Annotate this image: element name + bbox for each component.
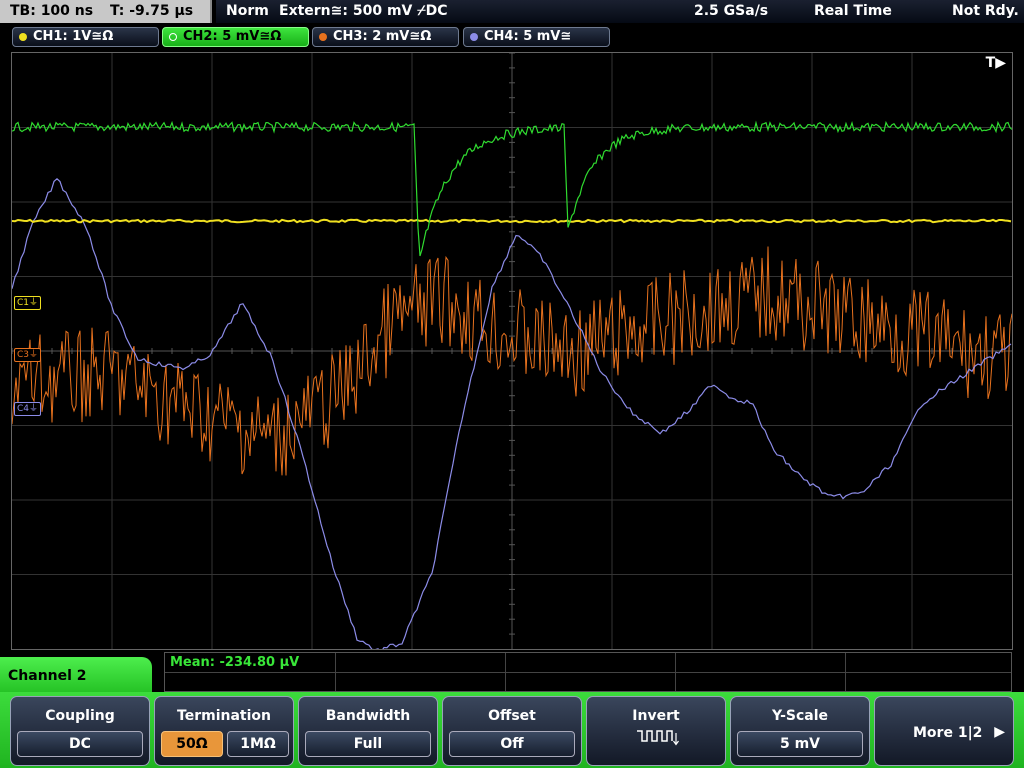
right-arrow-icon: ▶ <box>994 724 1005 740</box>
trigger-status: Not Rdy. <box>952 3 1019 19</box>
channel-1-indicator-icon <box>19 33 27 41</box>
channel-4-label: CH4: 5 mV≅ <box>484 29 572 44</box>
channel-1-waveform <box>12 218 1012 224</box>
termination-50-ohm-button[interactable]: 50Ω <box>161 731 223 757</box>
timebase-value: TB: 100 ns <box>10 3 94 19</box>
acquisition-mode: Real Time <box>814 3 892 19</box>
measurement-bar: Mean: -234.80 µV <box>164 652 1012 692</box>
trigger-time-value: T: -9.75 µs <box>109 3 194 19</box>
channel-2-indicator-icon <box>169 33 177 41</box>
y-scale-title: Y-Scale <box>771 708 828 724</box>
channel-3-waveform <box>12 246 1012 476</box>
trigger-source[interactable]: Extern≅: 500 mV ⌿DC <box>279 0 448 23</box>
softkey-bar: Coupling DC Termination 50Ω 1MΩ Bandwidt… <box>0 692 1024 768</box>
acquisition-status: Norm Extern≅: 500 mV ⌿DC 2.5 GSa/s Real … <box>216 0 1024 23</box>
measurement-divider <box>845 653 846 691</box>
bandwidth-title: Bandwidth <box>325 708 411 724</box>
tab-channel-4[interactable]: CH4: 5 mV≅ <box>463 27 610 47</box>
status-bar: TB: 100 ns T: -9.75 µs Norm Extern≅: 500… <box>0 0 1024 24</box>
channel-4-offset-marker[interactable]: C4⏚ <box>14 402 42 416</box>
measurement-divider <box>675 653 676 691</box>
offset-softkey[interactable]: Offset Off <box>442 696 582 766</box>
channel-3-label: CH3: 2 mV≅Ω <box>333 29 432 44</box>
mean-measurement: Mean: -234.80 µV <box>170 655 300 670</box>
termination-title: Termination <box>177 708 271 724</box>
offset-title: Offset <box>488 708 536 724</box>
termination-1-megohm-button[interactable]: 1MΩ <box>227 731 289 757</box>
y-scale-softkey[interactable]: Y-Scale 5 mV <box>730 696 870 766</box>
tab-channel-1[interactable]: CH1: 1V≅Ω <box>12 27 159 47</box>
measurement-divider <box>505 653 506 691</box>
channel-4-indicator-icon <box>470 33 478 41</box>
invert-title: Invert <box>632 708 680 724</box>
inverted-square-wave-icon <box>637 730 679 746</box>
coupling-value[interactable]: DC <box>17 731 143 757</box>
channel-4-waveform <box>12 177 1012 649</box>
channel-2-waveform <box>12 120 1012 257</box>
measurement-divider <box>335 653 336 691</box>
measurement-divider <box>165 672 1011 673</box>
channel-2-label: CH2: 5 mV≅Ω <box>183 29 282 44</box>
waveforms <box>12 120 1012 649</box>
more-softkey[interactable]: More 1|2 ▶ <box>874 696 1014 766</box>
coupling-softkey[interactable]: Coupling DC <box>10 696 150 766</box>
y-scale-value[interactable]: 5 mV <box>737 731 863 757</box>
offset-value[interactable]: Off <box>449 731 575 757</box>
tab-channel-2[interactable]: CH2: 5 mV≅Ω <box>162 27 309 47</box>
sample-rate: 2.5 GSa/s <box>694 3 769 19</box>
channel-1-label: CH1: 1V≅Ω <box>33 29 114 44</box>
channel-1-offset-marker[interactable]: C1⏚ <box>14 296 42 310</box>
termination-softkey[interactable]: Termination 50Ω 1MΩ <box>154 696 294 766</box>
tab-channel-3[interactable]: CH3: 2 mV≅Ω <box>312 27 459 47</box>
trigger-mode[interactable]: Norm <box>226 0 269 23</box>
bandwidth-value[interactable]: Full <box>305 731 431 757</box>
bandwidth-softkey[interactable]: Bandwidth Full <box>298 696 438 766</box>
channel-3-indicator-icon <box>319 33 327 41</box>
more-label: More 1|2 <box>913 725 983 741</box>
channel-3-offset-marker[interactable]: C3⏚ <box>14 348 42 362</box>
timebase-box[interactable]: TB: 100 ns T: -9.75 µs <box>0 0 212 23</box>
trigger-position-icon[interactable]: T▶ <box>986 55 1006 71</box>
waveform-display[interactable]: T▶ C1⏚ C3⏚ C4⏚ <box>11 52 1013 650</box>
coupling-title: Coupling <box>45 708 115 724</box>
invert-softkey[interactable]: Invert <box>586 696 726 766</box>
